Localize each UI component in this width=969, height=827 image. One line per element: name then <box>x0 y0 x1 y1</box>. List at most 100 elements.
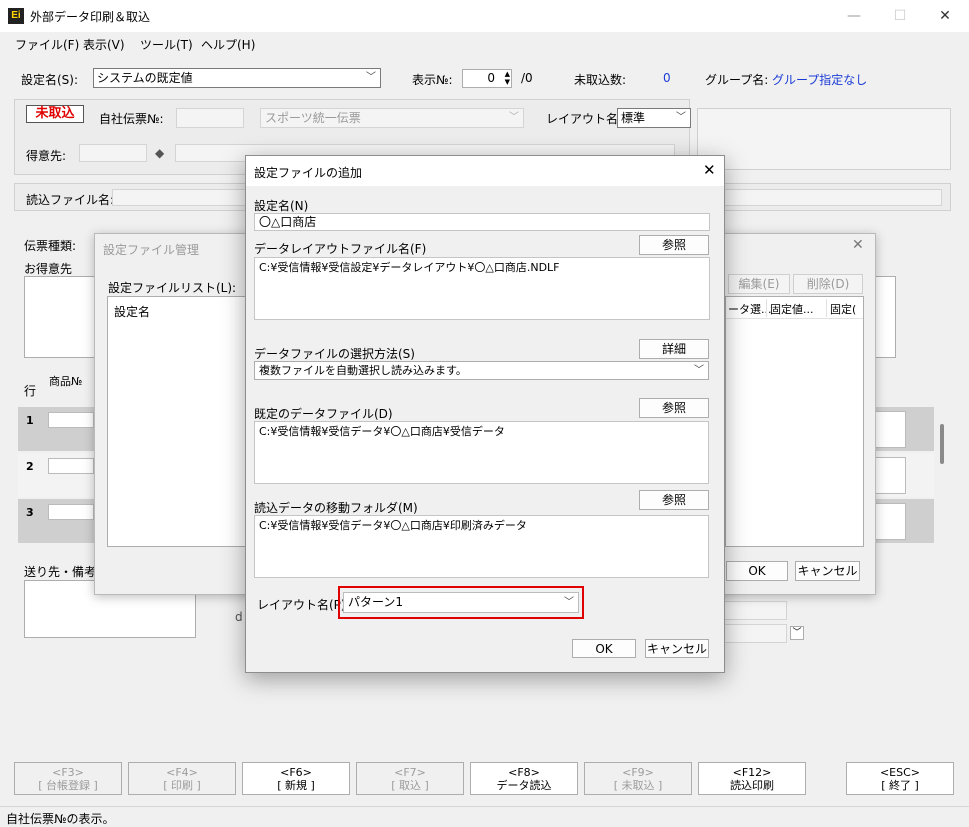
row-header: 行 <box>24 384 37 398</box>
menu-file[interactable]: ファイル(F) <box>15 36 79 53</box>
display-no-spinner[interactable]: 0 ▲ ▼ <box>462 69 512 88</box>
status-badge: 未取込 <box>26 105 84 123</box>
f4-print-button[interactable]: <F4> [ 印刷 ] <box>128 762 236 795</box>
display-no-value: 0 <box>487 71 495 85</box>
add-settings-dialog: 設定ファイルの追加 ✕ 設定名(N) 〇△口商店 データレイアウトファイル名(F… <box>245 155 725 673</box>
layout-file-textarea[interactable]: C:¥受信情報¥受信設定¥データレイアウト¥〇△口商店.NDLF <box>254 257 710 320</box>
settings-list-label: 設定ファイルリスト(L): <box>108 281 237 295</box>
delete-button[interactable]: 削除(D) <box>793 274 863 294</box>
row-number: 3 <box>26 506 34 519</box>
customer-code-field[interactable] <box>79 144 147 162</box>
fkey-code: <F6> <box>280 766 312 779</box>
minimize-icon[interactable]: — <box>831 0 877 32</box>
partial-label: d <box>235 610 243 624</box>
default-file-browse-button[interactable]: 参照 <box>639 398 709 418</box>
slip-type-select[interactable]: スポーツ統一伝票 ﹀ <box>260 108 524 128</box>
fkey-code: <F4> <box>166 766 198 779</box>
menu-view[interactable]: 表示(V) <box>83 36 125 53</box>
layout-file-label: データレイアウトファイル名(F) <box>254 242 427 256</box>
product-no-field[interactable] <box>48 504 94 520</box>
fkey-label: [ 終了 ] <box>881 779 919 792</box>
select-method-label: データファイルの選択方法(S) <box>254 347 415 361</box>
manage-ok-button[interactable]: OK <box>726 561 788 581</box>
f9-unimported-button[interactable]: <F9> [ 未取込 ] <box>584 762 692 795</box>
customer-label: 得意先: <box>26 149 67 163</box>
window-title: 外部データ印刷＆取込 <box>30 10 151 24</box>
move-folder-browse-button[interactable]: 参照 <box>639 490 709 510</box>
close-icon[interactable]: ✕ <box>852 237 864 253</box>
setting-name-input[interactable]: 〇△口商店 <box>254 213 710 231</box>
select-method-select[interactable]: 複数ファイルを自動選択し読み込みます。 ﹀ <box>254 361 709 380</box>
status-text: 自社伝票№の表示。 <box>6 812 115 826</box>
esc-exit-button[interactable]: <ESC> [ 終了 ] <box>846 762 954 795</box>
row-strip: 1 2 3 <box>18 407 94 544</box>
fkey-code: <F7> <box>394 766 426 779</box>
settings-table[interactable]: ータ選... 固定値... 固定( <box>725 296 864 547</box>
product-no-field[interactable] <box>48 412 94 428</box>
chevron-down-icon: ﹀ <box>564 597 574 608</box>
setting-name-select[interactable]: システムの既定値 ﹀ <box>93 68 381 88</box>
fkey-code: <F8> <box>508 766 540 779</box>
display-no-label: 表示№: <box>412 73 453 87</box>
chevron-down-icon: ﹀ <box>509 112 519 123</box>
manage-dialog-title: 設定ファイル管理 <box>103 243 200 257</box>
diamond-icon: ◆ <box>155 146 165 160</box>
column-header[interactable]: ータ選... <box>728 301 772 317</box>
add-ok-button[interactable]: OK <box>572 639 636 658</box>
fkey-code: <F12> <box>732 766 772 779</box>
fkey-code: <ESC> <box>879 766 921 779</box>
display-no-total: /0 <box>521 71 533 85</box>
settings-list-header: 設定名 <box>114 305 151 319</box>
status-bar <box>0 806 969 827</box>
fkey-label: [ 新規 ] <box>277 779 315 792</box>
fkey-label: 読込印刷 <box>730 779 774 792</box>
fkey-code: <F3> <box>52 766 84 779</box>
main-customer-label: お得意先 <box>24 262 73 276</box>
f12-read-print-button[interactable]: <F12> 読込印刷 <box>698 762 806 795</box>
f7-import-button[interactable]: <F7> [ 取込 ] <box>356 762 464 795</box>
maximize-icon[interactable]: ☐ <box>877 0 923 32</box>
layout-file-browse-button[interactable]: 参照 <box>639 235 709 255</box>
read-file-label: 読込ファイル名: <box>26 193 115 207</box>
close-icon[interactable]: ✕ <box>703 161 716 179</box>
fkey-label: [ 台帳登録 ] <box>38 779 98 792</box>
layout-pattern-value: パターン1 <box>348 595 404 609</box>
f8-data-read-button[interactable]: <F8> データ読込 <box>470 762 578 795</box>
spinner-arrows-icon[interactable]: ▲ ▼ <box>505 70 510 86</box>
chevron-down-icon: ﹀ <box>676 112 686 123</box>
unimported-count: 0 <box>663 71 671 85</box>
column-header[interactable]: 固定値... <box>770 301 814 317</box>
slip-no-field[interactable] <box>176 108 244 128</box>
layout-name-select[interactable]: 標準 ﹀ <box>617 108 691 128</box>
customer-box-right <box>874 276 896 358</box>
chevron-down-icon[interactable]: ﹀ <box>790 626 804 640</box>
close-icon[interactable]: ✕ <box>922 0 968 32</box>
layout-pattern-select[interactable]: パターン1 ﹀ <box>343 592 579 613</box>
unimported-label: 未取込数: <box>574 73 627 87</box>
default-file-label: 既定のデータファイル(D) <box>254 407 393 421</box>
menu-help[interactable]: ヘルプ(H) <box>201 36 255 53</box>
app-icon: Ei <box>8 8 24 24</box>
f3-ledger-button[interactable]: <F3> [ 台帳登録 ] <box>14 762 122 795</box>
group-label: グループ名: <box>705 73 769 87</box>
fkey-label: [ 印刷 ] <box>163 779 201 792</box>
slip-no-label: 自社伝票№: <box>99 112 164 126</box>
product-no-field[interactable] <box>48 458 94 474</box>
add-cancel-button[interactable]: キャンセル <box>645 639 709 658</box>
layout-name-value: 標準 <box>621 111 646 125</box>
layout-name-label: レイアウト名: <box>546 112 623 126</box>
side-field[interactable] <box>724 624 787 643</box>
menu-tools[interactable]: ツール(T) <box>140 36 193 53</box>
move-folder-textarea[interactable]: C:¥受信情報¥受信データ¥〇△口商店¥印刷済みデータ <box>254 515 709 578</box>
side-field[interactable] <box>724 601 787 620</box>
slip-type-value: スポーツ統一伝票 <box>265 111 361 125</box>
f6-new-button[interactable]: <F6> [ 新規 ] <box>242 762 350 795</box>
column-header[interactable]: 固定( <box>830 301 856 317</box>
default-file-textarea[interactable]: C:¥受信情報¥受信データ¥〇△口商店¥受信データ <box>254 421 709 484</box>
setting-name-label: 設定名(N) <box>254 199 309 213</box>
manage-cancel-button[interactable]: キャンセル <box>795 561 860 581</box>
row-scrollbar-thumb[interactable] <box>940 424 944 464</box>
edit-button[interactable]: 編集(E) <box>728 274 790 294</box>
detail-button[interactable]: 詳細 <box>639 339 709 359</box>
settings-list[interactable]: 設定名 <box>107 296 247 547</box>
